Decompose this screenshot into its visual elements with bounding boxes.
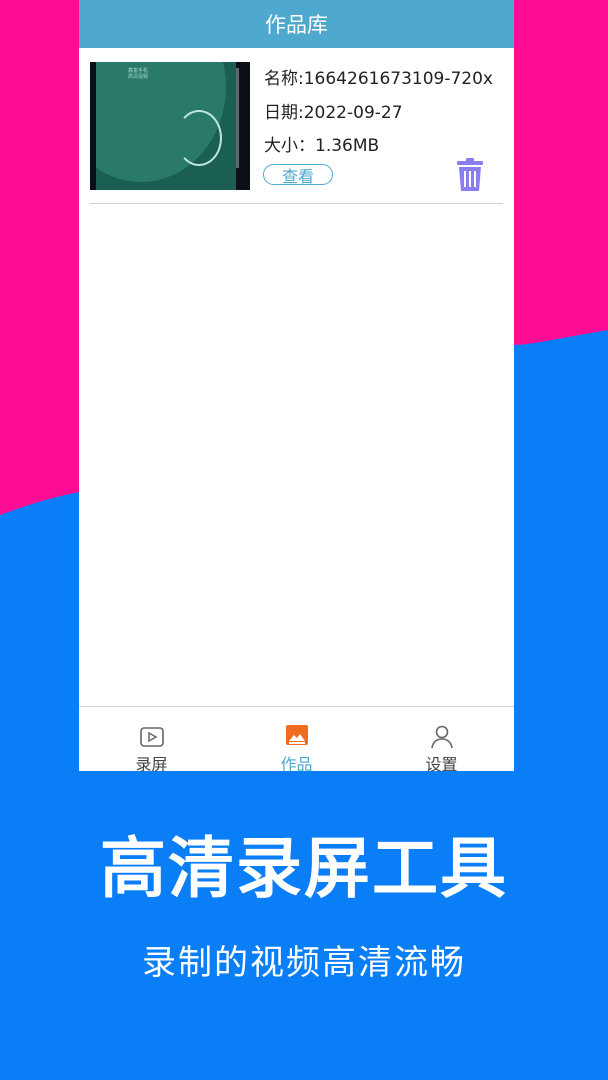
tab-record-label: 录屏 <box>135 755 168 774</box>
list-item: 鑫富手机 高清视频 名称:1664261673109-720x 日期:2022-… <box>90 60 503 204</box>
video-thumbnail[interactable]: 鑫富手机 高清视频 <box>90 62 250 190</box>
date-label: 日期: <box>264 103 304 123</box>
size-value: 1.36MB <box>315 136 380 156</box>
phone-screen: 作品库 鑫富手机 高清视频 名称:1664261673109-720x 日期:2… <box>79 0 514 774</box>
thumbnail-scrollbar <box>236 68 239 168</box>
size-row: 大小：1.36MB <box>264 131 379 156</box>
view-button-label: 查看 <box>281 166 314 186</box>
tab-record[interactable]: 录屏 <box>79 707 224 774</box>
thumbnail-caption: 鑫富手机 高清视频 <box>128 68 149 80</box>
image-gallery-icon <box>286 725 308 745</box>
trash-icon[interactable] <box>456 158 484 192</box>
date-row: 日期:2022-09-27 <box>264 98 403 123</box>
promo-subheadline: 录制的视频高清流畅 <box>142 943 466 983</box>
size-label: 大小： <box>264 136 315 156</box>
tab-settings[interactable]: 设置 <box>369 707 514 774</box>
user-icon <box>431 725 453 749</box>
play-video-icon <box>140 727 164 747</box>
thumbnail-image: 鑫富手机 高清视频 <box>96 62 236 190</box>
date-value: 2022-09-27 <box>303 103 403 123</box>
bottom-tab-bar: 录屏 作品 设置 <box>79 706 514 774</box>
tab-works-label: 作品 <box>280 755 313 774</box>
promo-headline: 高清录屏工具 <box>100 830 508 907</box>
thumbnail-arc <box>176 110 222 166</box>
name-label: 名称: <box>264 69 304 89</box>
tab-settings-label: 设置 <box>425 755 458 774</box>
view-button[interactable]: 查看 <box>263 164 333 186</box>
tab-works[interactable]: 作品 <box>224 707 369 774</box>
name-row: 名称:1664261673109-720x <box>264 64 493 89</box>
page-title: 作品库 <box>265 13 328 37</box>
title-bar: 作品库 <box>79 0 514 48</box>
name-value: 1664261673109-720x <box>303 69 493 89</box>
